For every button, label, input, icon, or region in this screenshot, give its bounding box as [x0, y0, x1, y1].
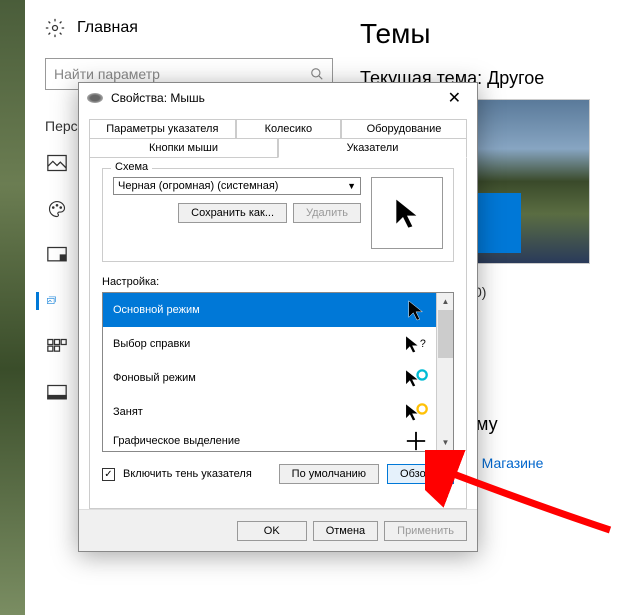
- home-label: Главная: [77, 19, 138, 37]
- scroll-thumb[interactable]: [438, 310, 453, 358]
- delete-button: Удалить: [293, 203, 361, 223]
- close-icon[interactable]: ✕: [440, 88, 469, 108]
- tab-buttons[interactable]: Кнопки мыши: [89, 138, 278, 158]
- start-icon[interactable]: [47, 338, 67, 356]
- list-item-label: Занят: [113, 406, 143, 418]
- shadow-label: Включить тень указателя: [123, 468, 271, 480]
- chevron-down-icon: ▼: [347, 181, 356, 191]
- cursor-precision-icon: [403, 428, 429, 452]
- tab-hardware[interactable]: Оборудование: [341, 119, 467, 138]
- dialog-title: Свойства: Мышь: [111, 91, 440, 105]
- list-item-precision[interactable]: Графическое выделение: [103, 429, 453, 452]
- scheme-group: Схема Черная (огромная) (системная) ▼ Со…: [102, 168, 454, 262]
- dialog-titlebar[interactable]: Свойства: Мышь ✕: [79, 83, 477, 113]
- taskbar-icon[interactable]: [47, 384, 67, 402]
- list-scrollbar[interactable]: ▲ ▼: [436, 293, 453, 451]
- scheme-selected-value: Черная (огромная) (системная): [118, 180, 278, 192]
- list-item-label: Фоновый режим: [113, 372, 196, 384]
- svg-text:?: ?: [420, 338, 426, 350]
- scroll-up-icon[interactable]: ▲: [437, 293, 454, 310]
- defaults-button[interactable]: По умолчанию: [279, 464, 379, 484]
- search-icon: [310, 67, 324, 81]
- tab-wheel[interactable]: Колесико: [236, 119, 341, 138]
- cursor-working-icon: [403, 365, 429, 391]
- save-as-button[interactable]: Сохранить как...: [178, 203, 287, 223]
- tab-pointers[interactable]: Указатели: [278, 138, 467, 158]
- list-item-label: Основной режим: [113, 304, 200, 316]
- cursor-help-icon: ?: [403, 331, 429, 357]
- cursor-busy-icon: [403, 399, 429, 425]
- lockscreen-icon[interactable]: [47, 246, 67, 264]
- scroll-down-icon[interactable]: ▼: [437, 434, 454, 451]
- browse-button[interactable]: Обзор...: [387, 464, 454, 484]
- list-item-normal-select[interactable]: Основной режим: [103, 293, 453, 327]
- gear-icon: [45, 18, 65, 38]
- cursor-arrow-icon: [403, 297, 429, 323]
- desktop-wallpaper-edge: [0, 0, 25, 615]
- themes-icon[interactable]: [36, 292, 56, 310]
- dialog-tabs: Параметры указателя Колесико Оборудовани…: [79, 113, 477, 509]
- colors-icon[interactable]: [47, 200, 67, 218]
- list-item-label: Выбор справки: [113, 338, 190, 350]
- list-item-busy[interactable]: Занят: [103, 395, 453, 429]
- shadow-checkbox[interactable]: ✓: [102, 468, 115, 481]
- tab-body: Схема Черная (огромная) (системная) ▼ Со…: [89, 158, 467, 509]
- tab-pointer-options[interactable]: Параметры указателя: [89, 119, 236, 138]
- mouse-icon: [87, 93, 103, 103]
- ok-button[interactable]: OK: [237, 521, 307, 541]
- cursor-preview: [371, 177, 443, 249]
- scheme-select[interactable]: Черная (огромная) (системная) ▼: [113, 177, 361, 195]
- customize-label: Настройка:: [102, 276, 454, 288]
- apply-button: Применить: [384, 521, 467, 541]
- list-item-label: Графическое выделение: [113, 435, 240, 447]
- scheme-legend: Схема: [111, 161, 152, 173]
- list-item-working-background[interactable]: Фоновый режим: [103, 361, 453, 395]
- list-item-help-select[interactable]: Выбор справки ?: [103, 327, 453, 361]
- dialog-button-row: OK Отмена Применить: [79, 509, 477, 551]
- mouse-properties-dialog: Свойства: Мышь ✕ Параметры указателя Кол…: [78, 82, 478, 552]
- cursor-list[interactable]: Основной режим Выбор справки ? Фоновый р…: [102, 292, 454, 452]
- background-icon[interactable]: [47, 154, 67, 172]
- search-placeholder: Найти параметр: [54, 66, 160, 82]
- cancel-button[interactable]: Отмена: [313, 521, 378, 541]
- themes-heading: Темы: [360, 18, 622, 50]
